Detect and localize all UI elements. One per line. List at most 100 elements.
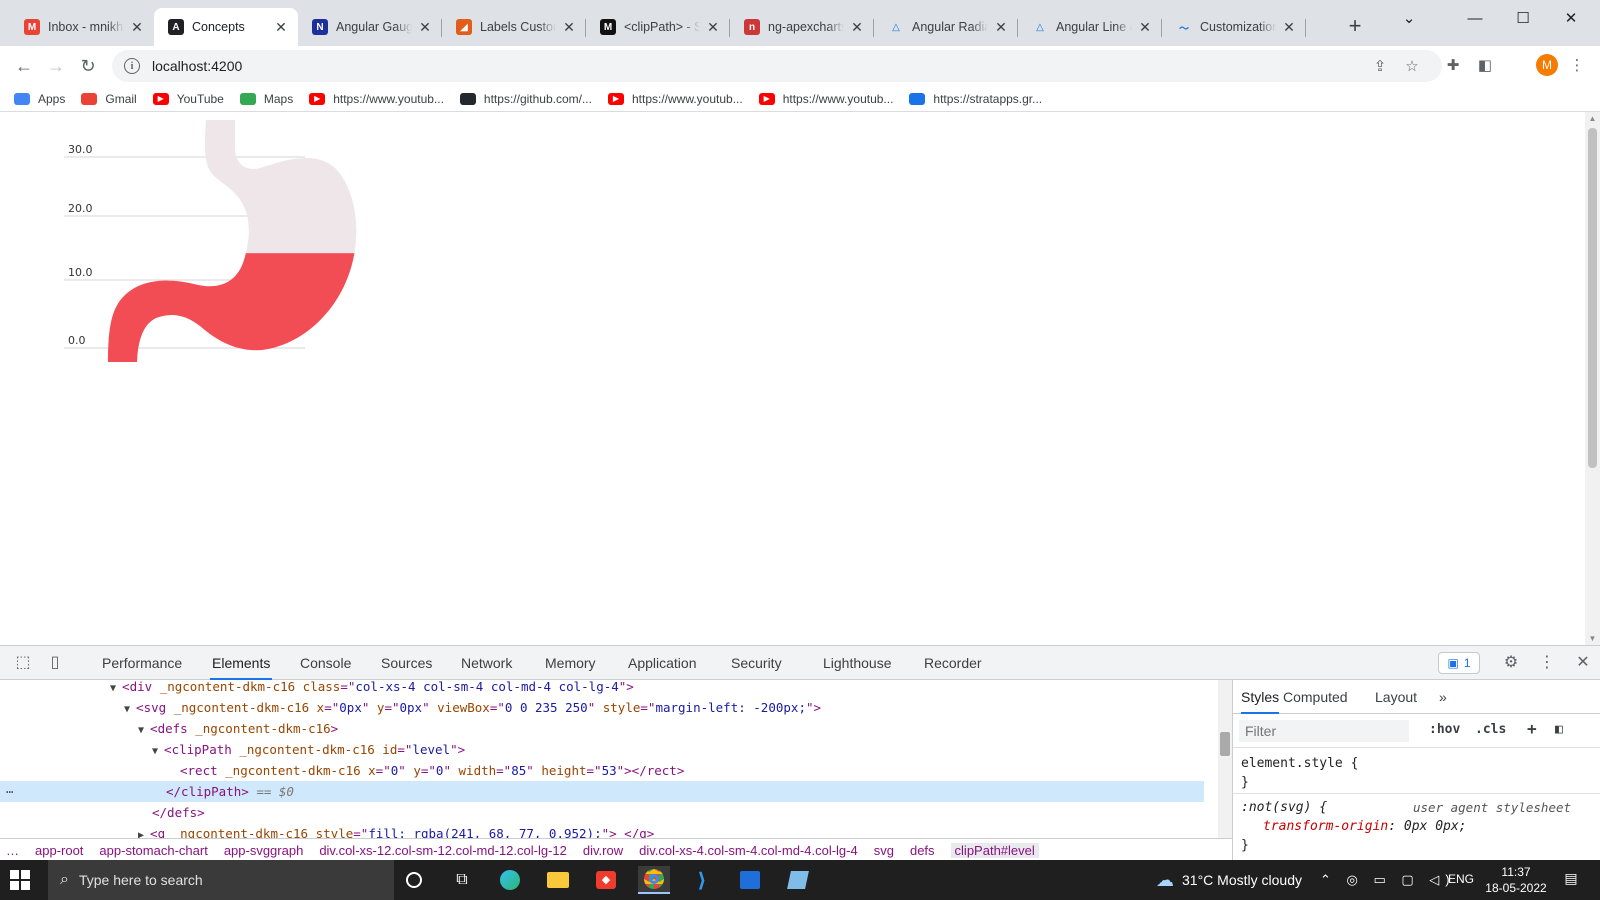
devtools-tab-performance[interactable]: Performance [100, 646, 184, 680]
git-app-icon[interactable]: ◆ [590, 866, 622, 894]
devtools-tab-recorder[interactable]: Recorder [922, 646, 984, 680]
bookmark-item[interactable]: ▶ https://www.youtub... [309, 92, 444, 106]
scroll-up-arrow[interactable]: ▲ [1587, 114, 1598, 123]
language-indicator[interactable]: ENG [1448, 872, 1474, 886]
styles-tab-layout[interactable]: Layout [1375, 680, 1417, 714]
dom-node-line[interactable]: ▼ <defs _ngcontent-dkm-c16> [0, 718, 1204, 739]
dom-node-line[interactable]: ▼ <div _ngcontent-dkm-c16 class="col-xs-… [0, 680, 1204, 697]
close-tab-icon[interactable]: ✕ [1136, 18, 1154, 36]
browser-tab[interactable]: N Angular Gauge ✕ [298, 8, 442, 46]
browser-tab[interactable]: A Concepts ✕ [154, 8, 298, 46]
browser-tab[interactable]: M Inbox - mnikhil ✕ [10, 8, 154, 46]
browser-tab[interactable]: △ Angular Radialli ✕ [874, 8, 1018, 46]
edge-icon[interactable] [494, 866, 526, 894]
browser-tab[interactable]: ◢ Labels Customiz ✕ [442, 8, 586, 46]
reload-button[interactable]: ↻ [74, 52, 102, 80]
system-tray-icons[interactable]: ⌃ ◎ ▭ ▢ ◁) [1320, 872, 1456, 888]
back-button[interactable]: ← [10, 52, 38, 80]
breadcrumb-item[interactable]: div.col-xs-4.col-sm-4.col-md-4.col-lg-4 [639, 843, 858, 858]
windows-start-icon[interactable] [10, 870, 30, 890]
breadcrumb-overflow-icon[interactable]: … [6, 843, 19, 858]
devtools-tab-lighthouse[interactable]: Lighthouse [821, 646, 894, 680]
dom-node-line[interactable]: </defs> [0, 802, 1204, 823]
notes-app-icon[interactable] [782, 866, 814, 894]
class-toggle[interactable]: .cls [1475, 722, 1506, 737]
chrome-icon[interactable] [638, 866, 670, 894]
devtools-tab-memory[interactable]: Memory [543, 646, 598, 680]
vscode-icon[interactable]: ⟩ [686, 866, 718, 894]
styles-filter-input[interactable] [1239, 720, 1409, 742]
tab-search-button[interactable]: ⌄ [1386, 4, 1432, 32]
close-tab-icon[interactable]: ✕ [128, 18, 146, 36]
dom-node-line[interactable]: </clipPath> == $0 ⋯ [0, 781, 1204, 802]
bookmark-star-icon[interactable]: ☆ [1402, 57, 1422, 77]
browser-tab[interactable]: M <clipPath> - SV ✕ [586, 8, 730, 46]
bookmark-item[interactable]: ▶ YouTube [152, 92, 224, 106]
forward-button[interactable]: → [42, 52, 70, 80]
cortana-icon[interactable] [398, 866, 430, 894]
dom-node-line[interactable]: ▶ <g _ngcontent-dkm-c16 style="fill: rgb… [0, 823, 1204, 838]
issues-badge[interactable]: ▣ 1 [1438, 652, 1480, 674]
close-tab-icon[interactable]: ✕ [560, 18, 578, 36]
scrollbar-thumb[interactable] [1588, 128, 1597, 468]
bookmark-item[interactable]: https://github.com/... [459, 92, 592, 106]
devtools-menu-icon[interactable]: ⋮ [1536, 652, 1558, 674]
share-icon[interactable]: ⇪ [1370, 57, 1390, 77]
notification-center-icon[interactable]: ▤ [1560, 870, 1582, 892]
photos-app-icon[interactable] [734, 866, 766, 894]
weather-widget[interactable]: ☁ 31°C Mostly cloudy [1156, 860, 1302, 900]
close-window-button[interactable]: ✕ [1548, 4, 1594, 32]
styles-tab-computed[interactable]: Computed [1283, 680, 1348, 714]
breadcrumb-item[interactable]: app-stomach-chart [99, 843, 207, 858]
devtools-tab-security[interactable]: Security [729, 646, 784, 680]
browser-menu-icon[interactable]: ⋮ [1566, 56, 1588, 78]
new-style-rule-button[interactable]: + [1527, 719, 1537, 738]
bookmark-item[interactable]: https://stratapps.gr... [909, 92, 1042, 106]
inspect-element-icon[interactable]: ⬚ [12, 652, 34, 674]
toggle-computed-sidebar-icon[interactable]: ◧ [1555, 722, 1563, 737]
devtools-tab-console[interactable]: Console [298, 646, 353, 680]
devtools-tab-elements[interactable]: Elements [210, 646, 273, 680]
minimize-button[interactable]: — [1452, 4, 1498, 32]
device-toolbar-icon[interactable]: ▯ [44, 652, 66, 674]
close-tab-icon[interactable]: ✕ [416, 18, 434, 36]
devtools-tab-sources[interactable]: Sources [379, 646, 434, 680]
scrollbar-thumb[interactable] [1220, 732, 1230, 756]
scroll-down-arrow[interactable]: ▼ [1587, 634, 1598, 643]
profile-avatar[interactable]: M [1536, 54, 1558, 76]
bookmark-item[interactable]: Gmail [81, 92, 137, 106]
maximize-button[interactable]: ☐ [1500, 4, 1546, 32]
dom-node-line[interactable]: ▼ <svg _ngcontent-dkm-c16 x="0px" y="0px… [0, 697, 1204, 718]
browser-tab[interactable]: △ Angular Line & ✕ [1018, 8, 1162, 46]
page-scrollbar[interactable]: ▲ ▼ [1585, 112, 1600, 645]
breadcrumb-item[interactable]: defs [910, 843, 935, 858]
elements-dom-tree[interactable]: ▼ <div _ngcontent-dkm-c16 class="col-xs-… [0, 680, 1218, 838]
dom-node-line[interactable]: ▼ <clipPath _ngcontent-dkm-c16 id="level… [0, 739, 1204, 760]
devtools-tab-application[interactable]: Application [626, 646, 699, 680]
node-actions-icon[interactable]: ⋯ [6, 781, 14, 802]
more-tabs-icon[interactable]: » [1439, 680, 1447, 714]
bookmark-item[interactable]: ▶ https://www.youtub... [758, 92, 893, 106]
close-tab-icon[interactable]: ✕ [1280, 18, 1298, 36]
file-explorer-icon[interactable] [542, 866, 574, 894]
breadcrumb-item[interactable]: app-svggraph [224, 843, 304, 858]
extensions-puzzle-icon[interactable]: ✚ [1442, 56, 1464, 78]
elements-scrollbar[interactable] [1218, 680, 1232, 838]
site-info-icon[interactable]: i [124, 58, 140, 74]
close-tab-icon[interactable]: ✕ [848, 18, 866, 36]
address-bar[interactable]: i localhost:4200 ⇪ ☆ [112, 50, 1442, 82]
browser-tab[interactable]: 〜 Customization ✕ [1162, 8, 1306, 46]
new-tab-button[interactable]: + [1342, 14, 1368, 40]
task-view-icon[interactable]: ⧉ [446, 866, 478, 894]
breadcrumb-item[interactable]: clipPath#level [950, 842, 1039, 858]
breadcrumb-item[interactable]: svg [874, 843, 894, 858]
collapse-triangle-icon[interactable]: ▼ [138, 725, 150, 736]
side-panel-icon[interactable]: ◧ [1474, 56, 1496, 78]
styles-tab-styles[interactable]: Styles [1241, 680, 1280, 714]
taskbar-search[interactable]: ⌕ Type here to search [48, 860, 394, 900]
devtools-tab-network[interactable]: Network [459, 646, 514, 680]
breadcrumb-item[interactable]: div.row [583, 843, 623, 858]
collapse-triangle-icon[interactable]: ▼ [124, 704, 136, 715]
hover-state-toggle[interactable]: :hov [1429, 722, 1460, 737]
browser-tab[interactable]: n ng-apexcharts - ✕ [730, 8, 874, 46]
